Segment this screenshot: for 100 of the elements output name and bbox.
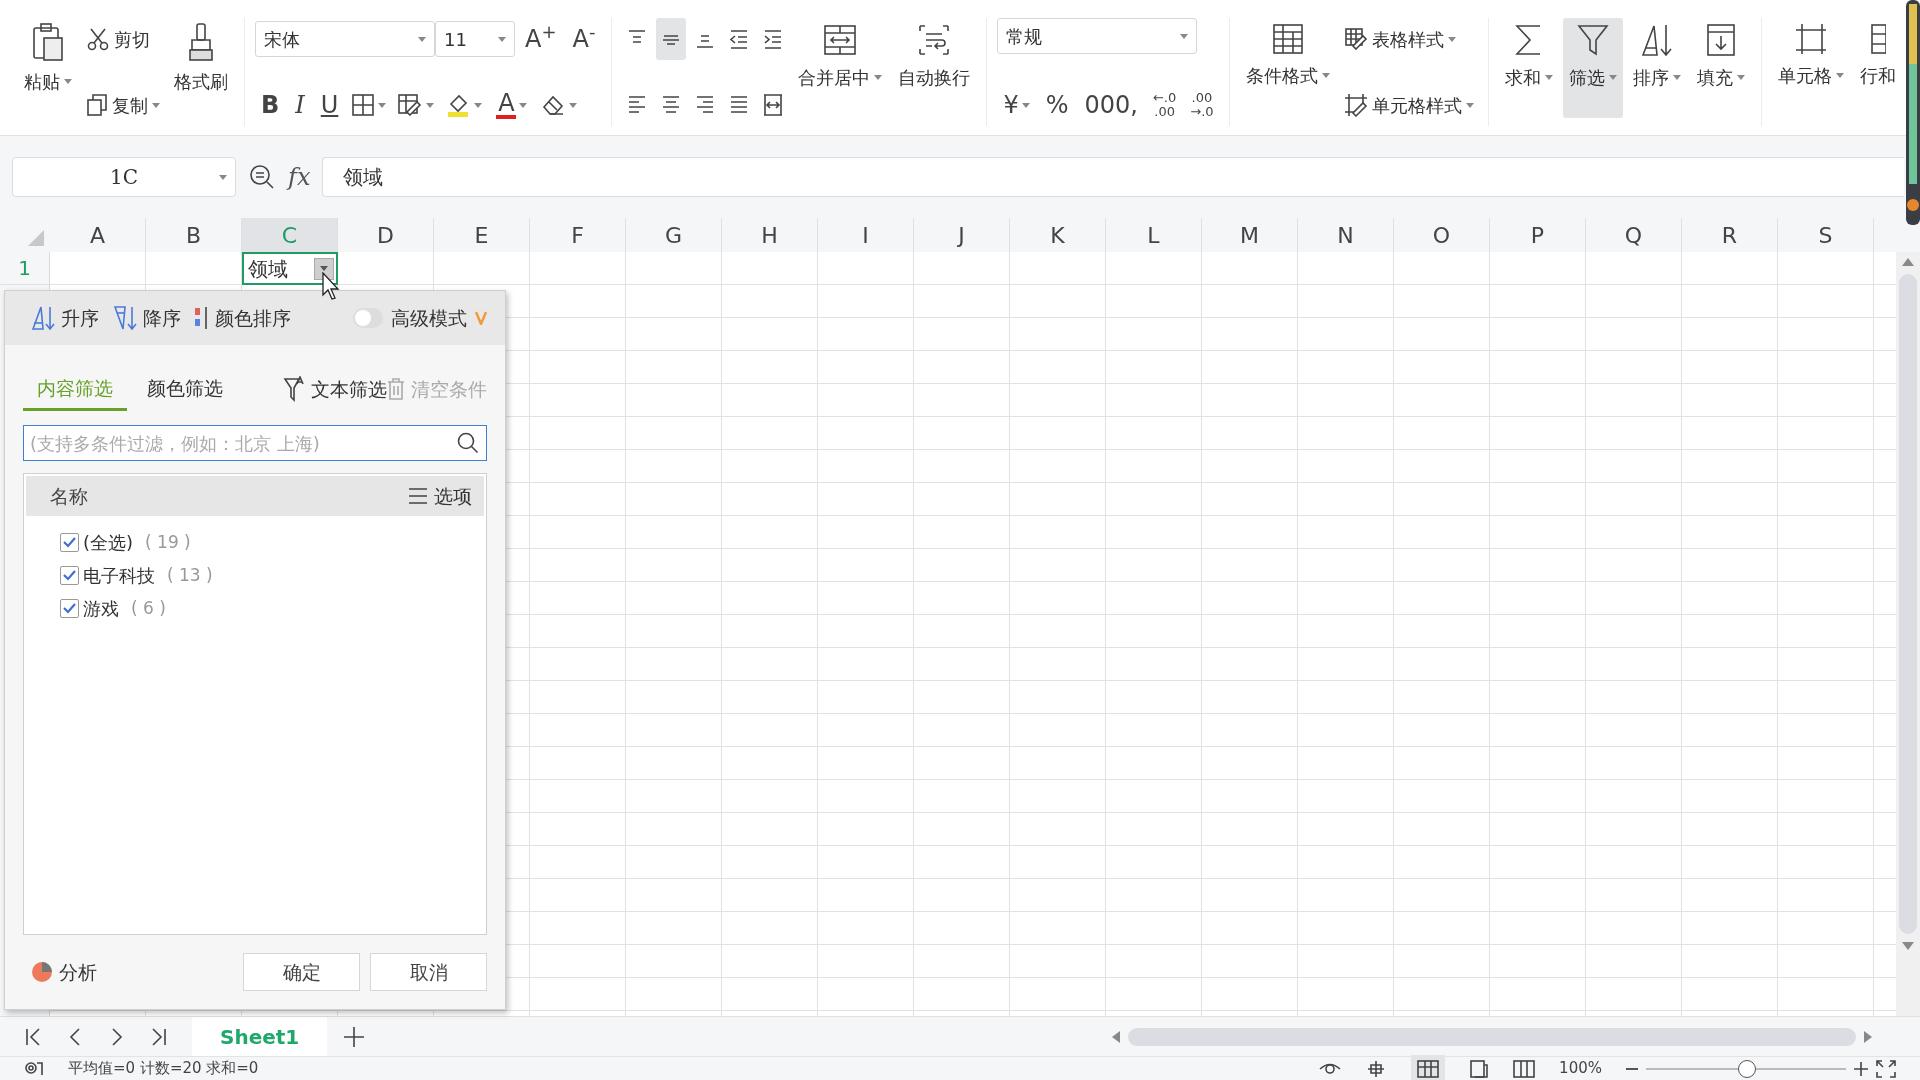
scrollbar-thumb[interactable] xyxy=(1128,1027,1856,1046)
ribbon-button[interactable]: 剪切 xyxy=(82,18,164,60)
font-color-button[interactable]: A xyxy=(490,84,534,126)
scissors-icon xyxy=(86,27,110,51)
item-label[interactable]: 游戏 xyxy=(83,595,119,622)
pie-chart-icon xyxy=(31,961,53,983)
sort-button[interactable]: 颜色排序 xyxy=(195,303,291,333)
item-label[interactable]: 电子科技 xyxy=(83,562,155,589)
ribbon-button[interactable]: 格式刷 xyxy=(168,18,234,118)
search-field[interactable]: (支持多条件过滤，例如：北京 上海) xyxy=(23,425,487,461)
grid-view-icon xyxy=(1417,1059,1440,1078)
caret-icon xyxy=(1672,75,1681,80)
item-count: ( 6 ) xyxy=(131,596,166,620)
italic-button[interactable]: I xyxy=(289,84,311,126)
ribbon-button[interactable]: 筛选 xyxy=(1562,18,1623,118)
filter-tab[interactable]: 颜色筛选 xyxy=(133,373,237,411)
sort-ascending-icon xyxy=(31,305,55,331)
font-name-select[interactable]: 宋体 xyxy=(255,21,435,57)
ribbon-button[interactable]: 自动换行 xyxy=(892,18,977,118)
status-summary: 平均值=0 计数=20 求和=0 xyxy=(68,1058,259,1080)
sort-icon xyxy=(1639,22,1674,58)
item-label[interactable]: (全选) xyxy=(83,529,134,556)
zoom-out-icon[interactable] xyxy=(1626,1067,1638,1070)
slider-thumb[interactable] xyxy=(1738,1059,1756,1078)
distributed-icon xyxy=(762,93,785,117)
table-style-icon xyxy=(1343,27,1368,51)
caret-icon xyxy=(498,36,506,42)
last-sheet-icon[interactable] xyxy=(150,1026,168,1047)
search-icon xyxy=(457,432,479,454)
checkbox[interactable] xyxy=(60,566,79,585)
caret-icon xyxy=(64,79,72,84)
ribbon-button[interactable]: 行和 xyxy=(1853,18,1902,118)
caret-icon xyxy=(1544,75,1553,80)
ribbon-button[interactable]: 求和 xyxy=(1498,18,1559,118)
eraser-icon xyxy=(541,94,566,116)
fullscreen-icon xyxy=(1876,1059,1896,1078)
first-sheet-icon[interactable] xyxy=(24,1026,42,1047)
function-label[interactable]: fx xyxy=(288,159,311,195)
caret-icon xyxy=(1835,73,1844,78)
formula-field[interactable]: 领域 xyxy=(322,157,1904,197)
percent-button[interactable]: % xyxy=(1039,84,1075,126)
caret-icon xyxy=(418,36,426,42)
copy-icon xyxy=(86,93,108,117)
analysis-button[interactable]: 分析 xyxy=(31,957,97,987)
ribbon-button[interactable]: 复制 xyxy=(82,84,164,126)
cell-icon xyxy=(1793,22,1828,56)
underline-button[interactable]: U xyxy=(314,84,345,126)
vip-icon xyxy=(475,311,487,325)
brush-icon xyxy=(186,22,216,62)
filter-dropdown-button[interactable] xyxy=(314,257,334,280)
scroll-up-icon[interactable] xyxy=(1902,258,1914,266)
ribbon-button[interactable]: 单元格 xyxy=(1771,18,1850,118)
cancel-button[interactable]: 取消 xyxy=(370,953,487,991)
sort-descending-icon xyxy=(113,305,137,331)
scroll-down-icon[interactable] xyxy=(1902,942,1914,950)
scroll-left-icon[interactable] xyxy=(1112,1030,1120,1043)
name-box[interactable]: 1C xyxy=(12,157,236,197)
clipboard-icon xyxy=(30,22,66,62)
scroll-right-icon[interactable] xyxy=(1864,1030,1872,1043)
funnel-icon xyxy=(283,375,305,402)
bold-button[interactable]: B xyxy=(255,84,286,126)
caret-icon xyxy=(1465,102,1474,108)
decimal-button[interactable]: .00 →.0 xyxy=(1185,90,1219,120)
currency-button[interactable]: ¥ xyxy=(997,84,1036,126)
caret-icon xyxy=(378,102,387,108)
caret-icon xyxy=(1736,75,1745,80)
ribbon-button[interactable]: 合并居中 xyxy=(792,18,889,118)
ribbon-button[interactable]: 粘贴 xyxy=(18,18,78,118)
merge-cells-icon xyxy=(822,22,859,58)
zoom-icon xyxy=(248,163,276,191)
ribbon-button[interactable]: 单元格样式 xyxy=(1339,84,1478,126)
align-button[interactable] xyxy=(656,18,687,60)
decimal-button[interactable]: ←.0 .00 xyxy=(1147,90,1182,120)
thousands-button[interactable]: 000, xyxy=(1078,84,1144,126)
options-button[interactable]: 选项 xyxy=(408,481,472,511)
caret-icon xyxy=(1180,33,1189,39)
sort-button[interactable]: 降序 xyxy=(113,303,181,333)
caret-icon xyxy=(152,102,160,108)
plus-icon[interactable] xyxy=(343,1025,366,1048)
fill-down-icon xyxy=(1704,22,1737,58)
ok-button[interactable]: 确定 xyxy=(243,953,360,991)
grow-font-button[interactable]: A$^{+}$ xyxy=(519,18,563,60)
normal-view-button[interactable] xyxy=(1411,1055,1446,1080)
shrink-font-button[interactable]: A$^{-}$ xyxy=(566,18,602,60)
ribbon-button[interactable]: 填充 xyxy=(1690,18,1751,118)
ribbon-button[interactable]: 表格样式 xyxy=(1339,18,1478,60)
funnel-icon xyxy=(1575,22,1610,58)
font-size-select[interactable]: 11 xyxy=(435,21,515,57)
cell-style-icon xyxy=(1343,93,1368,117)
text-filter-button[interactable]: 文本筛选 xyxy=(283,374,387,411)
zoom-level[interactable]: 100% xyxy=(1559,1057,1602,1080)
ribbon-button[interactable]: 排序 xyxy=(1626,18,1687,118)
advanced-mode-label: 高级模式 xyxy=(391,305,467,331)
checkbox[interactable] xyxy=(60,533,79,552)
sort-button[interactable]: 升序 xyxy=(31,303,99,333)
ribbon-button[interactable]: 条件格式 xyxy=(1239,18,1336,118)
trash-icon xyxy=(387,376,405,401)
toggle-switch[interactable] xyxy=(353,308,383,328)
checkbox[interactable] xyxy=(60,599,79,618)
number-format-select[interactable]: 常规 xyxy=(997,18,1198,54)
